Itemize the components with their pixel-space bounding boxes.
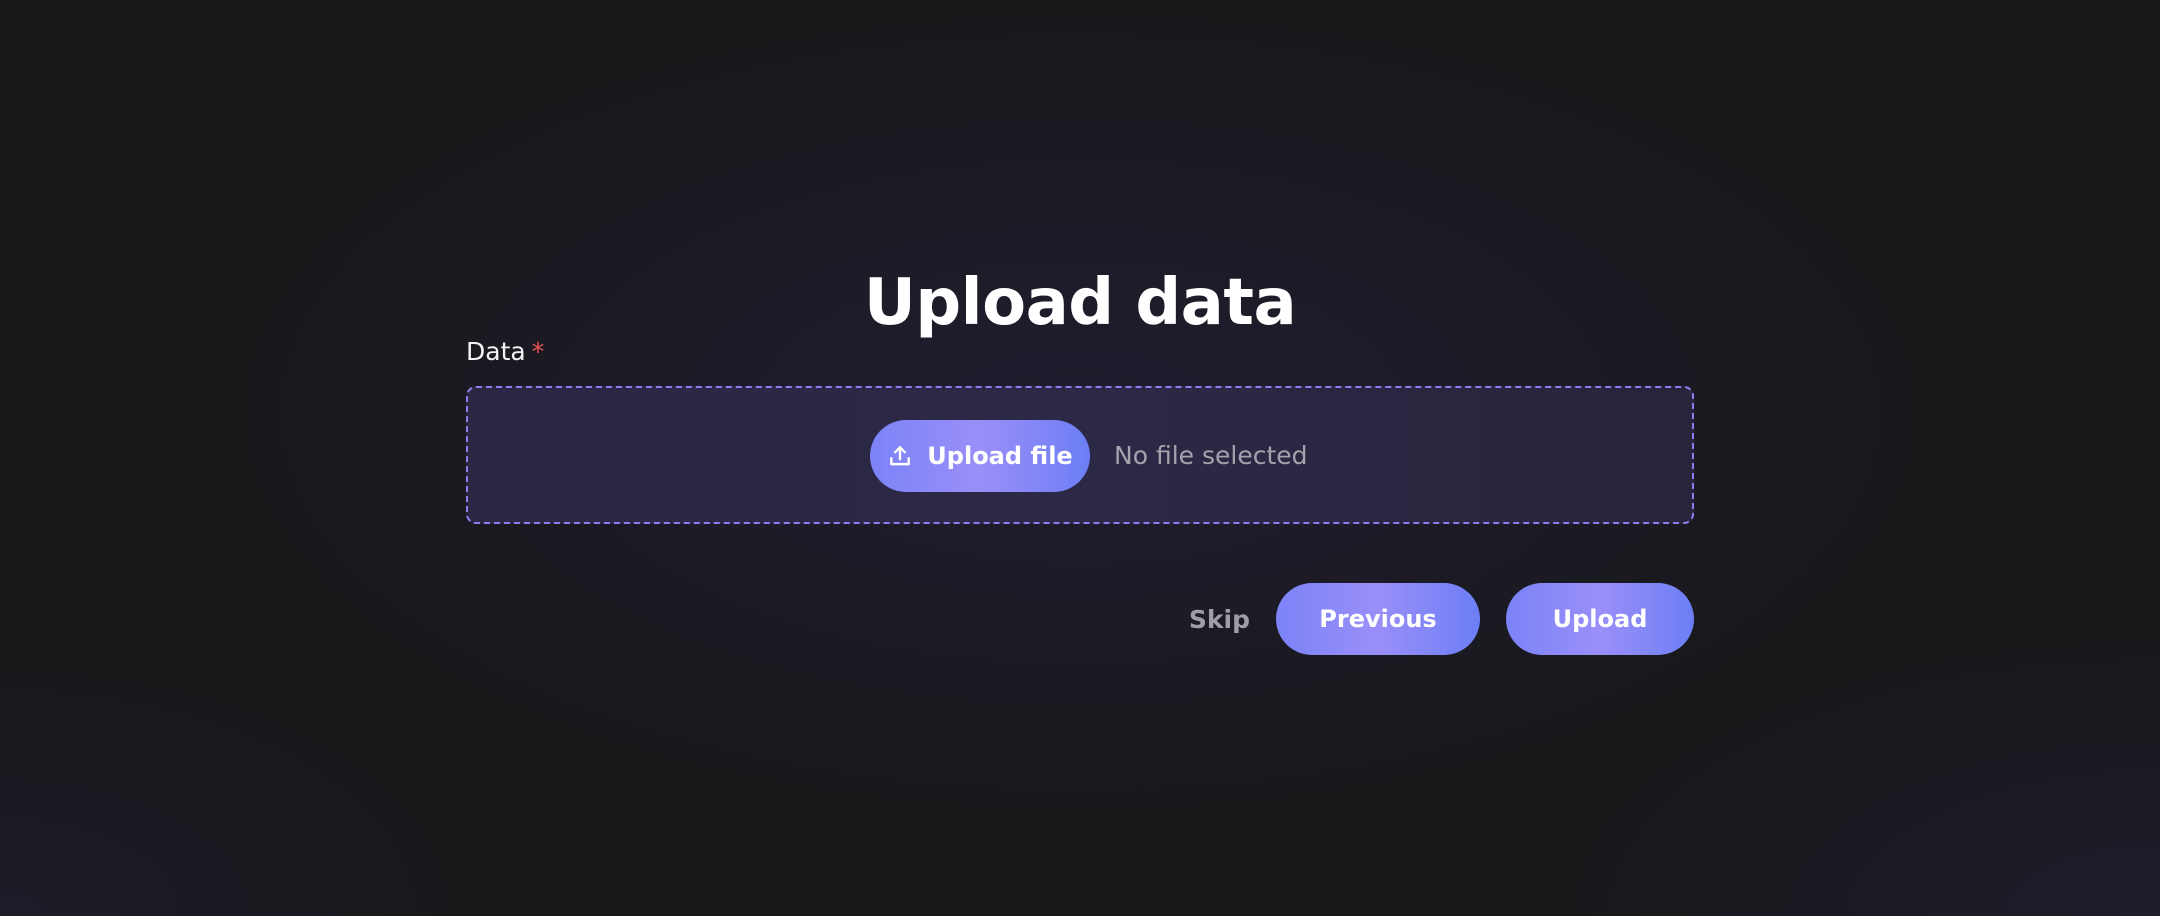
upload-button[interactable]: Upload bbox=[1506, 583, 1694, 655]
upload-icon bbox=[887, 443, 913, 469]
upload-file-button[interactable]: Upload file bbox=[870, 420, 1090, 492]
field-label-text: Data bbox=[466, 337, 526, 366]
file-dropzone[interactable]: Upload file No file selected bbox=[466, 386, 1694, 524]
skip-button[interactable]: Skip bbox=[1189, 605, 1250, 634]
form-actions: Skip Previous Upload bbox=[1189, 583, 1694, 655]
previous-button[interactable]: Previous bbox=[1276, 583, 1480, 655]
data-field-label: Data * bbox=[466, 335, 544, 369]
page-title: Upload data bbox=[863, 265, 1297, 340]
required-marker: * bbox=[531, 337, 545, 366]
upload-form: Upload data Data * Upload file No file se… bbox=[466, 0, 1694, 916]
file-status-text: No file selected bbox=[1114, 441, 1308, 470]
upload-file-label: Upload file bbox=[927, 442, 1073, 470]
